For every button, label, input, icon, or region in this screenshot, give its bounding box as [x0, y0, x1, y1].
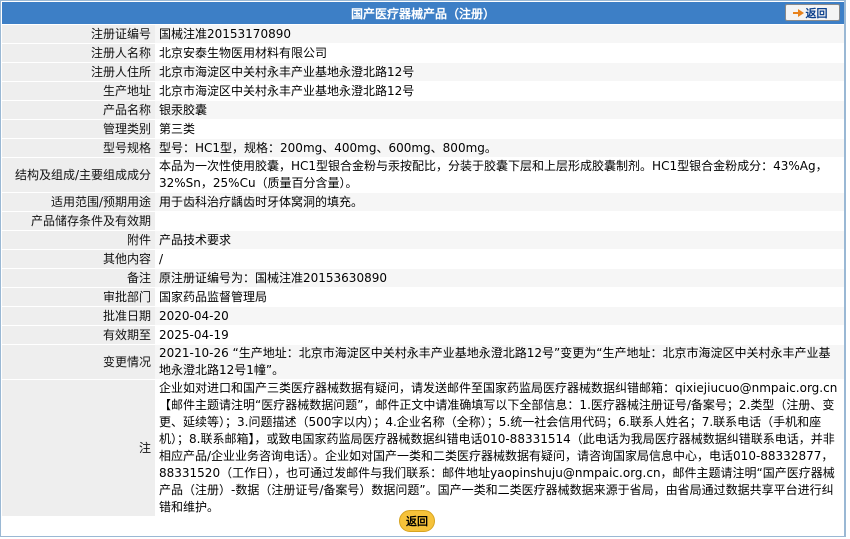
field-label: 注册证编号 [2, 25, 155, 44]
field-label: 其他内容 [2, 249, 155, 269]
page-frame: 国产医疗器械产品（注册） 返回 注册证编号 国械注准20153170890 注册… [0, 0, 846, 537]
field-value: 北京市海淀区中关村永丰产业基地永澄北路12号 [155, 81, 844, 101]
table-row: 型号规格 型号：HC1型，规格：200mg、400mg、600mg、800mg。 [2, 138, 844, 158]
table-row: 注册人名称 北京安泰生物医用材料有限公司 [2, 43, 844, 63]
back-button-top[interactable]: 返回 [785, 4, 840, 21]
back-button-label: 返回 [805, 6, 828, 20]
table-row: 注 企业如对进口和国产三类医疗器械数据有疑问，请发送邮件至国家药监局医疗器械数据… [2, 379, 844, 517]
field-value: 本品为一次性使用胶囊，HC1型银合金粉与汞按配比，分装于胶囊下层和上层形成胶囊制… [155, 157, 844, 193]
field-label: 产品储存条件及有效期 [2, 211, 155, 231]
table-row: 批准日期 2020-04-20 [2, 306, 844, 326]
back-button-label: 返回 [406, 515, 428, 528]
page-title: 国产医疗器械产品（注册） [350, 6, 495, 21]
field-value: / [155, 249, 844, 269]
field-value: 国械注准20153170890 [155, 25, 844, 44]
field-label: 结构及组成/主要组成成分 [2, 157, 155, 193]
field-label: 产品名称 [2, 100, 155, 120]
field-value: 企业如对进口和国产三类医疗器械数据有疑问，请发送邮件至国家药监局医疗器械数据纠错… [155, 379, 844, 517]
table-row: 附件 产品技术要求 [2, 230, 844, 250]
table-row: 注册证编号 国械注准20153170890 [2, 25, 844, 44]
table-row: 适用范围/预期用途 用于齿科治疗龋齿时牙体窝洞的填充。 [2, 192, 844, 212]
field-value: 北京市海淀区中关村永丰产业基地永澄北路12号 [155, 62, 844, 82]
table-row: 结构及组成/主要组成成分 本品为一次性使用胶囊，HC1型银合金粉与汞按配比，分装… [2, 157, 844, 193]
table-row: 管理类别 第三类 [2, 119, 844, 139]
table-row: 产品储存条件及有效期 [2, 211, 844, 231]
field-label: 注 [2, 379, 155, 517]
field-value: 原注册证编号为：国械注准20153630890 [155, 268, 844, 288]
table-row: 注册人住所 北京市海淀区中关村永丰产业基地永澄北路12号 [2, 62, 844, 82]
table-row: 备注 原注册证编号为：国械注准20153630890 [2, 268, 844, 288]
field-value: 2021-10-26 “生产地址：北京市海淀区中关村永丰产业基地永澄北路12号”… [155, 344, 844, 380]
field-label: 适用范围/预期用途 [2, 192, 155, 212]
field-label: 有效期至 [2, 325, 155, 345]
field-label: 备注 [2, 268, 155, 288]
page-header: 国产医疗器械产品（注册） 返回 [2, 2, 844, 24]
field-value: 产品技术要求 [155, 230, 844, 250]
field-label: 注册人名称 [2, 43, 155, 63]
table-row: 有效期至 2025-04-19 [2, 325, 844, 345]
field-label: 附件 [2, 230, 155, 250]
field-label: 生产地址 [2, 81, 155, 101]
field-label: 批准日期 [2, 306, 155, 326]
field-label: 注册人住所 [2, 62, 155, 82]
field-value: 银汞胶囊 [155, 100, 844, 120]
field-value: 型号：HC1型，规格：200mg、400mg、600mg、800mg。 [155, 138, 844, 158]
back-button-bottom[interactable]: 返回 [399, 510, 435, 532]
field-value: 用于齿科治疗龋齿时牙体窝洞的填充。 [155, 192, 844, 212]
field-label: 管理类别 [2, 119, 155, 139]
field-value: 2025-04-19 [155, 325, 844, 345]
field-label: 型号规格 [2, 138, 155, 158]
table-row: 产品名称 银汞胶囊 [2, 100, 844, 120]
field-value [155, 211, 844, 231]
field-value: 第三类 [155, 119, 844, 139]
field-value: 北京安泰生物医用材料有限公司 [155, 43, 844, 63]
registration-info-table: 注册证编号 国械注准20153170890 注册人名称 北京安泰生物医用材料有限… [2, 25, 844, 517]
field-label: 变更情况 [2, 344, 155, 380]
table-row: 其他内容 / [2, 249, 844, 269]
field-value: 2020-04-20 [155, 306, 844, 326]
field-label: 审批部门 [2, 287, 155, 307]
back-arrow-icon [792, 8, 804, 17]
table-row: 变更情况 2021-10-26 “生产地址：北京市海淀区中关村永丰产业基地永澄北… [2, 344, 844, 380]
table-row: 生产地址 北京市海淀区中关村永丰产业基地永澄北路12号 [2, 81, 844, 101]
table-row: 审批部门 国家药品监督管理局 [2, 287, 844, 307]
field-value: 国家药品监督管理局 [155, 287, 844, 307]
